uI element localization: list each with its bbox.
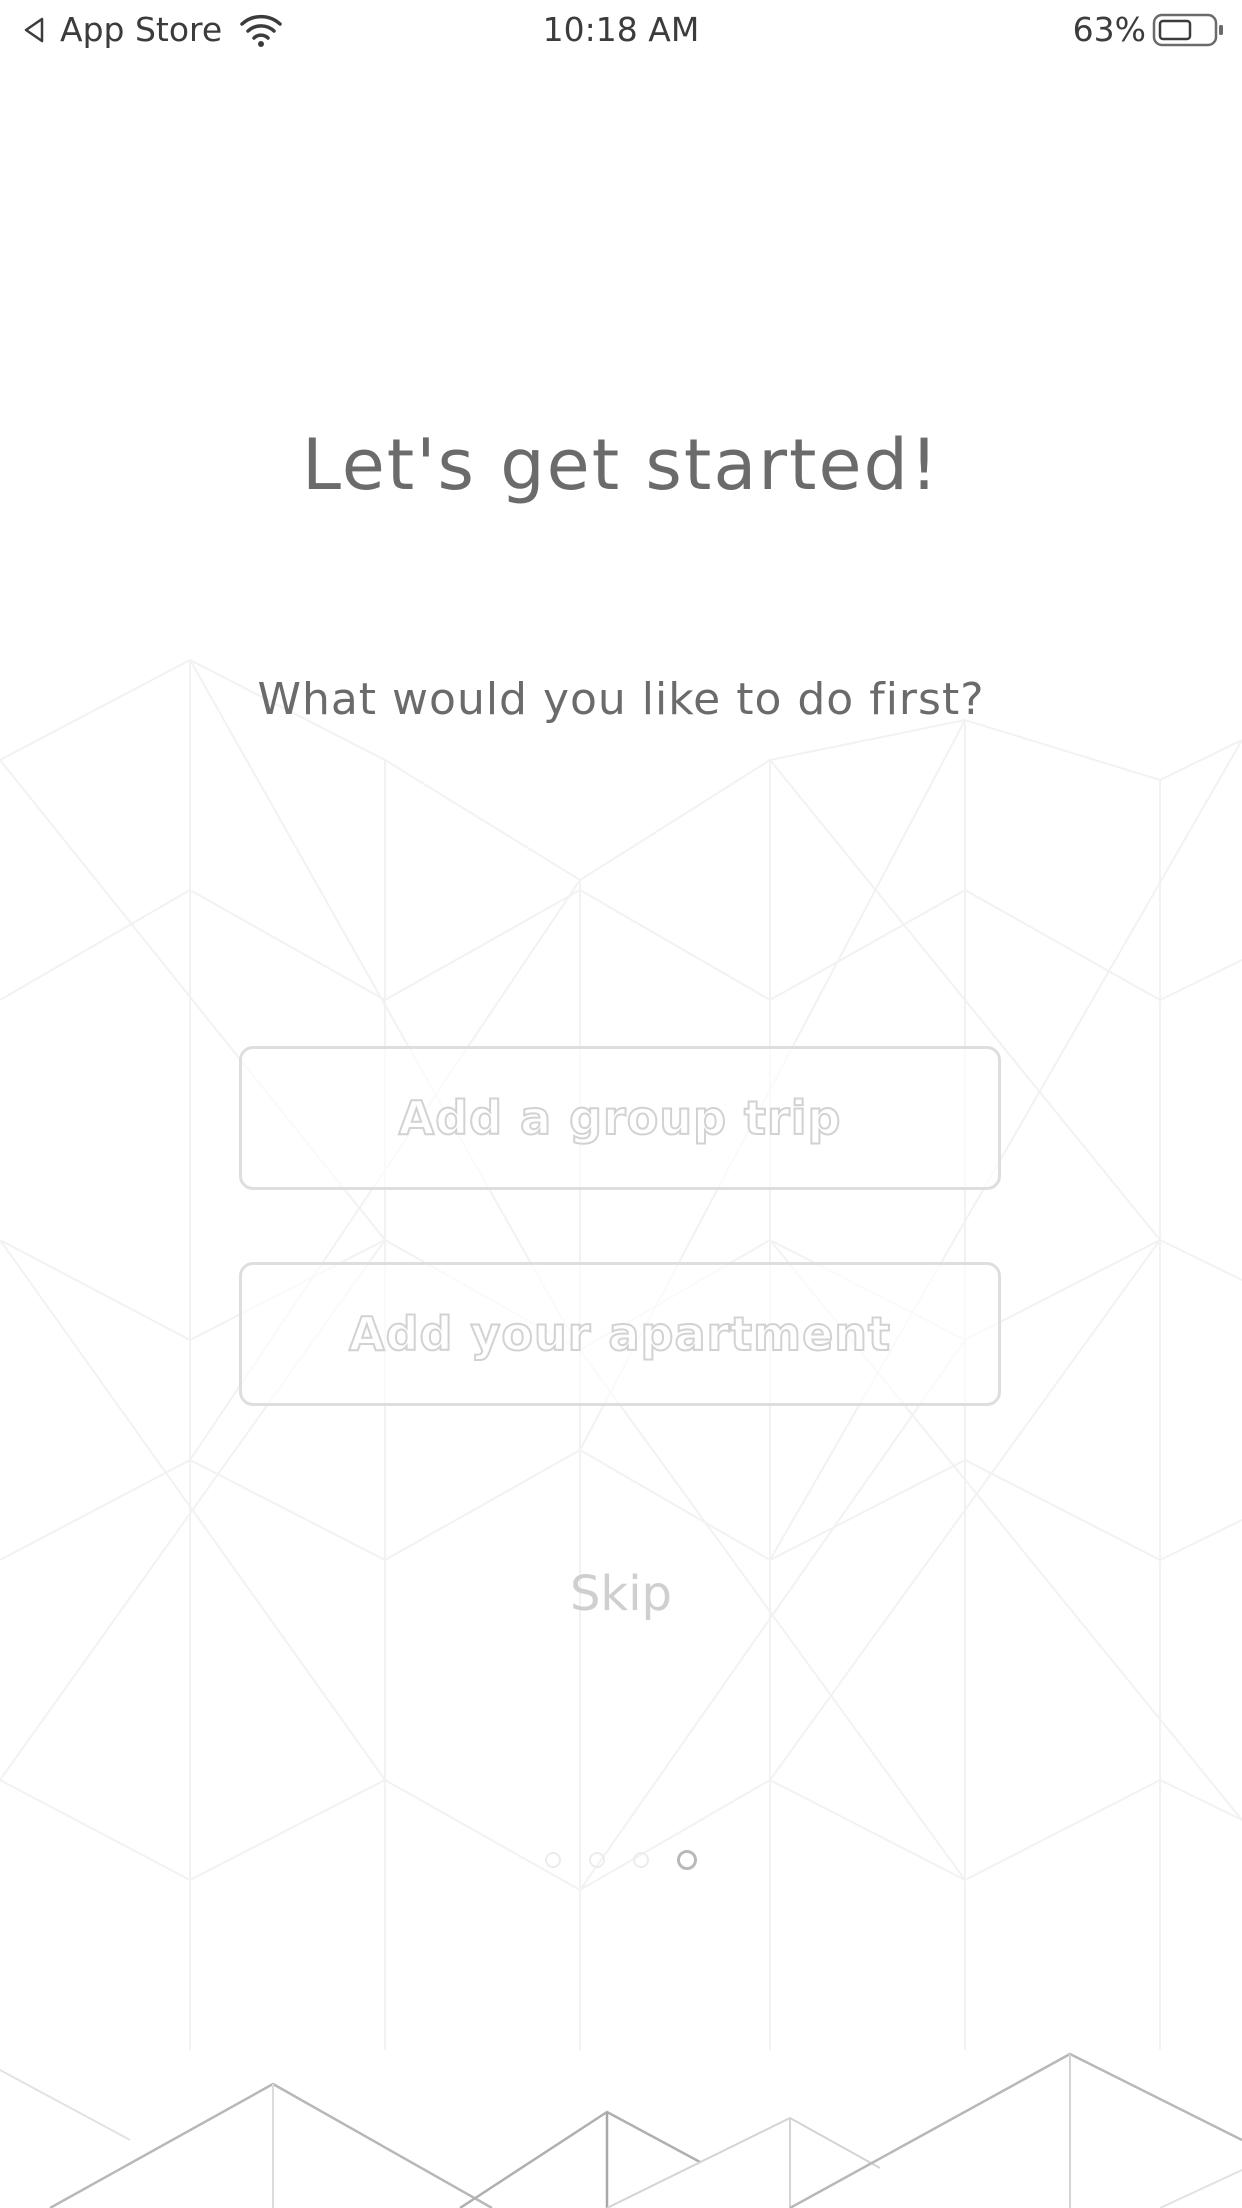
page-dot	[633, 1852, 649, 1868]
add-group-trip-button[interactable]: Add a group trip	[239, 1046, 1001, 1190]
status-bar: App Store 10:18 AM 63%	[0, 0, 1242, 62]
page-dot	[589, 1852, 605, 1868]
page-dot	[545, 1852, 561, 1868]
skip-button[interactable]: Skip	[0, 1566, 1242, 1622]
add-group-trip-label: Add a group trip	[398, 1090, 842, 1146]
page-title: Let's get started!	[301, 424, 941, 506]
battery-percent: 63%	[1072, 10, 1146, 49]
battery-status: 63%	[1073, 10, 1226, 49]
page-indicator	[0, 1850, 1242, 1870]
add-apartment-label: Add your apartment	[348, 1306, 892, 1362]
mountain-illustration	[0, 2052, 1242, 2208]
page-subtitle: What would you like to do first?	[257, 674, 985, 725]
page-dot-active	[677, 1850, 697, 1870]
status-time: 10:18 AM	[542, 10, 700, 49]
add-apartment-button[interactable]: Add your apartment	[239, 1262, 1001, 1406]
battery-icon	[1152, 13, 1223, 46]
